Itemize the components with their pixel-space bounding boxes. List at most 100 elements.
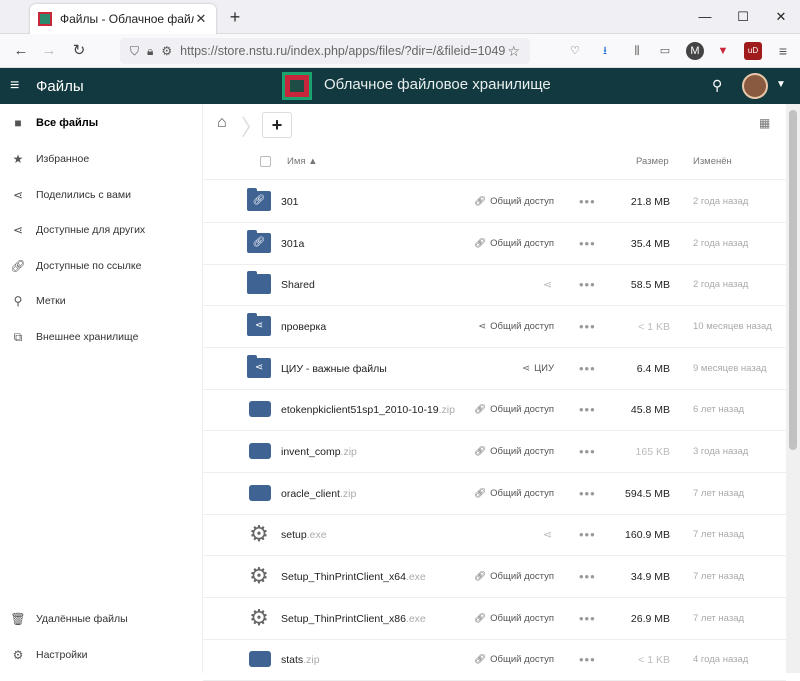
sidebar-item-settings[interactable]: ⚙ Настройки xyxy=(0,638,203,672)
more-actions-icon[interactable]: ••• xyxy=(579,611,596,626)
sidebar-item-external-storage[interactable]: ⧉ Внешнее хранилище xyxy=(0,320,203,354)
download-icon[interactable]: ⭳ xyxy=(596,42,614,60)
permissions-icon[interactable]: ⚙ xyxy=(161,44,172,58)
file-name[interactable]: Shared xyxy=(281,279,315,291)
sidebar-item-tags[interactable]: ⚲ Метки xyxy=(0,284,203,318)
close-window-button[interactable]: ✕ xyxy=(770,6,792,28)
file-name[interactable]: Setup_ThinPrintClient_x64.exe xyxy=(281,571,426,583)
sidebar-item-shared-with-you[interactable]: ⋖ Поделились с вами xyxy=(0,178,203,212)
browser-tab[interactable]: Файлы - Облачное файловое ✕ xyxy=(30,4,216,34)
search-icon[interactable]: ⚲ xyxy=(712,77,722,94)
share-button[interactable]: 🔗︎ Общий доступ xyxy=(474,654,554,665)
share-button[interactable]: 🔗︎ Общий доступ xyxy=(474,446,554,457)
more-actions-icon[interactable]: ••• xyxy=(579,361,596,376)
sidebar-item-shared-by-link[interactable]: 🔗︎ Доступные по ссылке xyxy=(0,249,203,283)
add-new-button[interactable]: + xyxy=(262,112,292,138)
chevron-down-icon[interactable]: ▼ xyxy=(776,79,786,90)
folder-icon[interactable]: ⋖ xyxy=(247,313,271,336)
table-row[interactable]: oracle_client.zip 🔗︎ Общий доступ ••• 594.5 … xyxy=(203,473,786,515)
share-button[interactable]: 🔗︎ Общий доступ xyxy=(474,488,554,499)
table-row[interactable]: ⚙ Setup_ThinPrintClient_x86.exe 🔗︎ Общий до… xyxy=(203,598,786,640)
avatar[interactable] xyxy=(742,73,768,99)
more-actions-icon[interactable]: ••• xyxy=(579,486,596,501)
sidebar-toggle-icon[interactable]: ▭ xyxy=(656,42,674,60)
folder-icon[interactable]: 🔗︎ xyxy=(247,188,271,211)
app-name[interactable]: Файлы xyxy=(36,78,84,95)
site-logo[interactable] xyxy=(282,72,312,100)
file-name[interactable]: oracle_client.zip xyxy=(281,488,356,500)
table-row[interactable]: ⚙ Setup_ThinPrintClient_x64.exe 🔗︎ Общий до… xyxy=(203,556,786,598)
column-modified-header[interactable]: Изменён xyxy=(693,156,732,167)
table-row[interactable]: ⋖ проверка ⋖ Общий доступ ••• < 1 KB 10 месяце… xyxy=(203,306,786,348)
table-row[interactable]: ⋖ ЦИУ - важные файлы ⋖ ЦИУ ••• 6.4 MB 9 месяце… xyxy=(203,348,786,390)
hamburger-menu-icon[interactable]: ≡ xyxy=(10,77,19,95)
url-text[interactable]: https://store.nstu.ru/index.php/apps/fil… xyxy=(180,44,507,58)
archive-icon[interactable] xyxy=(249,485,271,501)
more-actions-icon[interactable]: ••• xyxy=(579,652,596,667)
archive-icon[interactable] xyxy=(249,651,271,667)
archive-icon[interactable] xyxy=(249,443,271,459)
file-name[interactable]: stats.zip xyxy=(281,654,320,666)
more-actions-icon[interactable]: ••• xyxy=(579,569,596,584)
file-name[interactable]: ЦИУ - важные файлы xyxy=(281,363,387,375)
more-actions-icon[interactable]: ••• xyxy=(579,277,596,292)
app-menu-icon[interactable]: ≡ xyxy=(774,42,792,60)
forward-button[interactable]: → xyxy=(38,40,60,62)
archive-icon[interactable] xyxy=(249,401,271,417)
table-row[interactable]: Shared ⋖ ••• 58.5 MB 2 года назад xyxy=(203,264,786,306)
home-icon[interactable]: ⌂ xyxy=(217,114,227,132)
folder-icon[interactable]: ⋖ xyxy=(247,355,271,378)
more-actions-icon[interactable]: ••• xyxy=(579,402,596,417)
sidebar-item-deleted-files[interactable]: 🗑︎ Удалённые файлы xyxy=(0,602,203,636)
extension-m-icon[interactable]: M xyxy=(686,42,704,60)
executable-gear-icon[interactable]: ⚙ xyxy=(247,565,271,587)
share-button[interactable]: ⋖ ЦИУ xyxy=(522,363,554,374)
grid-view-icon[interactable]: ▦ xyxy=(759,116,770,130)
file-name[interactable]: 301a xyxy=(281,238,304,250)
share-button[interactable]: 🔗︎ Общий доступ xyxy=(474,238,554,249)
more-actions-icon[interactable]: ••• xyxy=(579,444,596,459)
url-bar[interactable]: ⛉ 🔒︎ ⚙ https://store.nstu.ru/index.php/a… xyxy=(120,38,530,64)
file-name[interactable]: etokenpkiclient51sp1_2010-10-19.zip xyxy=(281,404,455,416)
executable-gear-icon[interactable]: ⚙ xyxy=(247,523,271,545)
pocket-icon[interactable]: ♡ xyxy=(566,42,584,60)
more-actions-icon[interactable]: ••• xyxy=(579,527,596,542)
file-name[interactable]: проверка xyxy=(281,321,326,333)
executable-gear-icon[interactable]: ⚙ xyxy=(247,607,271,629)
file-name[interactable]: setup.exe xyxy=(281,529,327,541)
shield-icon[interactable]: ⛉ xyxy=(130,44,139,59)
bookmark-star-icon[interactable]: ☆ xyxy=(507,43,520,60)
share-icon[interactable]: ⋖ xyxy=(543,278,552,291)
table-row[interactable]: etokenpkiclient51sp1_2010-10-19.zip 🔗︎ Общ… xyxy=(203,389,786,431)
share-button[interactable]: ⋖ Общий доступ xyxy=(478,321,554,332)
share-button[interactable]: 🔗︎ Общий доступ xyxy=(474,571,554,582)
maximize-button[interactable]: ☐ xyxy=(732,6,754,28)
file-name[interactable]: Setup_ThinPrintClient_x86.exe xyxy=(281,613,426,625)
folder-icon[interactable]: 🔗︎ xyxy=(247,230,271,253)
close-tab-icon[interactable]: ✕ xyxy=(194,11,208,27)
sidebar-item-all-files[interactable]: ■ Все файлы xyxy=(0,106,203,140)
share-button[interactable]: 🔗︎ Общий доступ xyxy=(474,613,554,624)
lock-icon[interactable]: 🔒︎ xyxy=(147,44,153,59)
more-actions-icon[interactable]: ••• xyxy=(579,194,596,209)
table-row[interactable]: 🔗︎ 301 🔗︎ Общий доступ ••• 21.8 MB 2 года наза… xyxy=(203,181,786,223)
scrollbar-thumb[interactable] xyxy=(789,110,797,450)
table-row[interactable]: ⚙ setup.exe ⋖ ••• 160.9 MB 7 лет назад xyxy=(203,514,786,556)
minimize-button[interactable]: — xyxy=(694,6,716,28)
extension-v-icon[interactable]: ▼ xyxy=(714,42,732,60)
table-row[interactable]: invent_comp.zip 🔗︎ Общий доступ ••• 165 KB 3 … xyxy=(203,431,786,473)
column-name-header[interactable]: Имя ▲ xyxy=(287,156,318,167)
library-icon[interactable]: ⫼ xyxy=(628,42,646,60)
ublock-icon[interactable]: uD xyxy=(744,42,762,60)
column-size-header[interactable]: Размер xyxy=(636,156,669,167)
table-row[interactable]: 🔗︎ 301a 🔗︎ Общий доступ ••• 35.4 MB 2 года наз… xyxy=(203,223,786,265)
sidebar-item-shared-with-others[interactable]: ⋖ Доступные для других xyxy=(0,213,203,247)
file-name[interactable]: 301 xyxy=(281,196,299,208)
share-button[interactable]: 🔗︎ Общий доступ xyxy=(474,196,554,207)
table-row[interactable]: stats.zip 🔗︎ Общий доступ ••• < 1 KB 4 года н… xyxy=(203,639,786,681)
back-button[interactable]: ← xyxy=(10,40,32,62)
new-tab-button[interactable]: + xyxy=(224,6,246,28)
file-name[interactable]: invent_comp.zip xyxy=(281,446,357,458)
reload-button[interactable]: ↻ xyxy=(68,40,90,62)
share-icon[interactable]: ⋖ xyxy=(543,528,552,541)
